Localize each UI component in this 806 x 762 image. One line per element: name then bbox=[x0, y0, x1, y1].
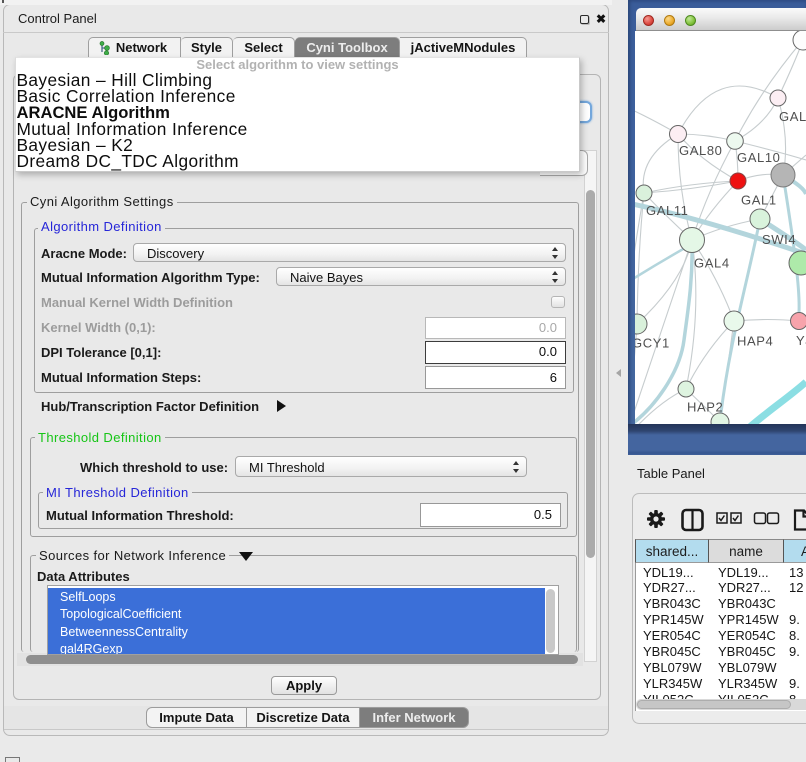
svg-text:GAL80: GAL80 bbox=[679, 143, 722, 158]
svg-text:GAL11: GAL11 bbox=[646, 203, 689, 218]
svg-text:GAL4: GAL4 bbox=[694, 256, 730, 271]
svg-text:GAL10: GAL10 bbox=[737, 150, 780, 165]
svg-text:YJ: YJ bbox=[796, 333, 806, 348]
svg-text:HAP2: HAP2 bbox=[687, 400, 723, 415]
svg-text:GCY1: GCY1 bbox=[635, 336, 670, 351]
svg-text:GAL1: GAL1 bbox=[741, 193, 777, 208]
svg-text:HAP4: HAP4 bbox=[737, 334, 773, 349]
svg-text:GAL7: GAL7 bbox=[779, 109, 806, 124]
svg-text:SWI4: SWI4 bbox=[762, 232, 796, 247]
